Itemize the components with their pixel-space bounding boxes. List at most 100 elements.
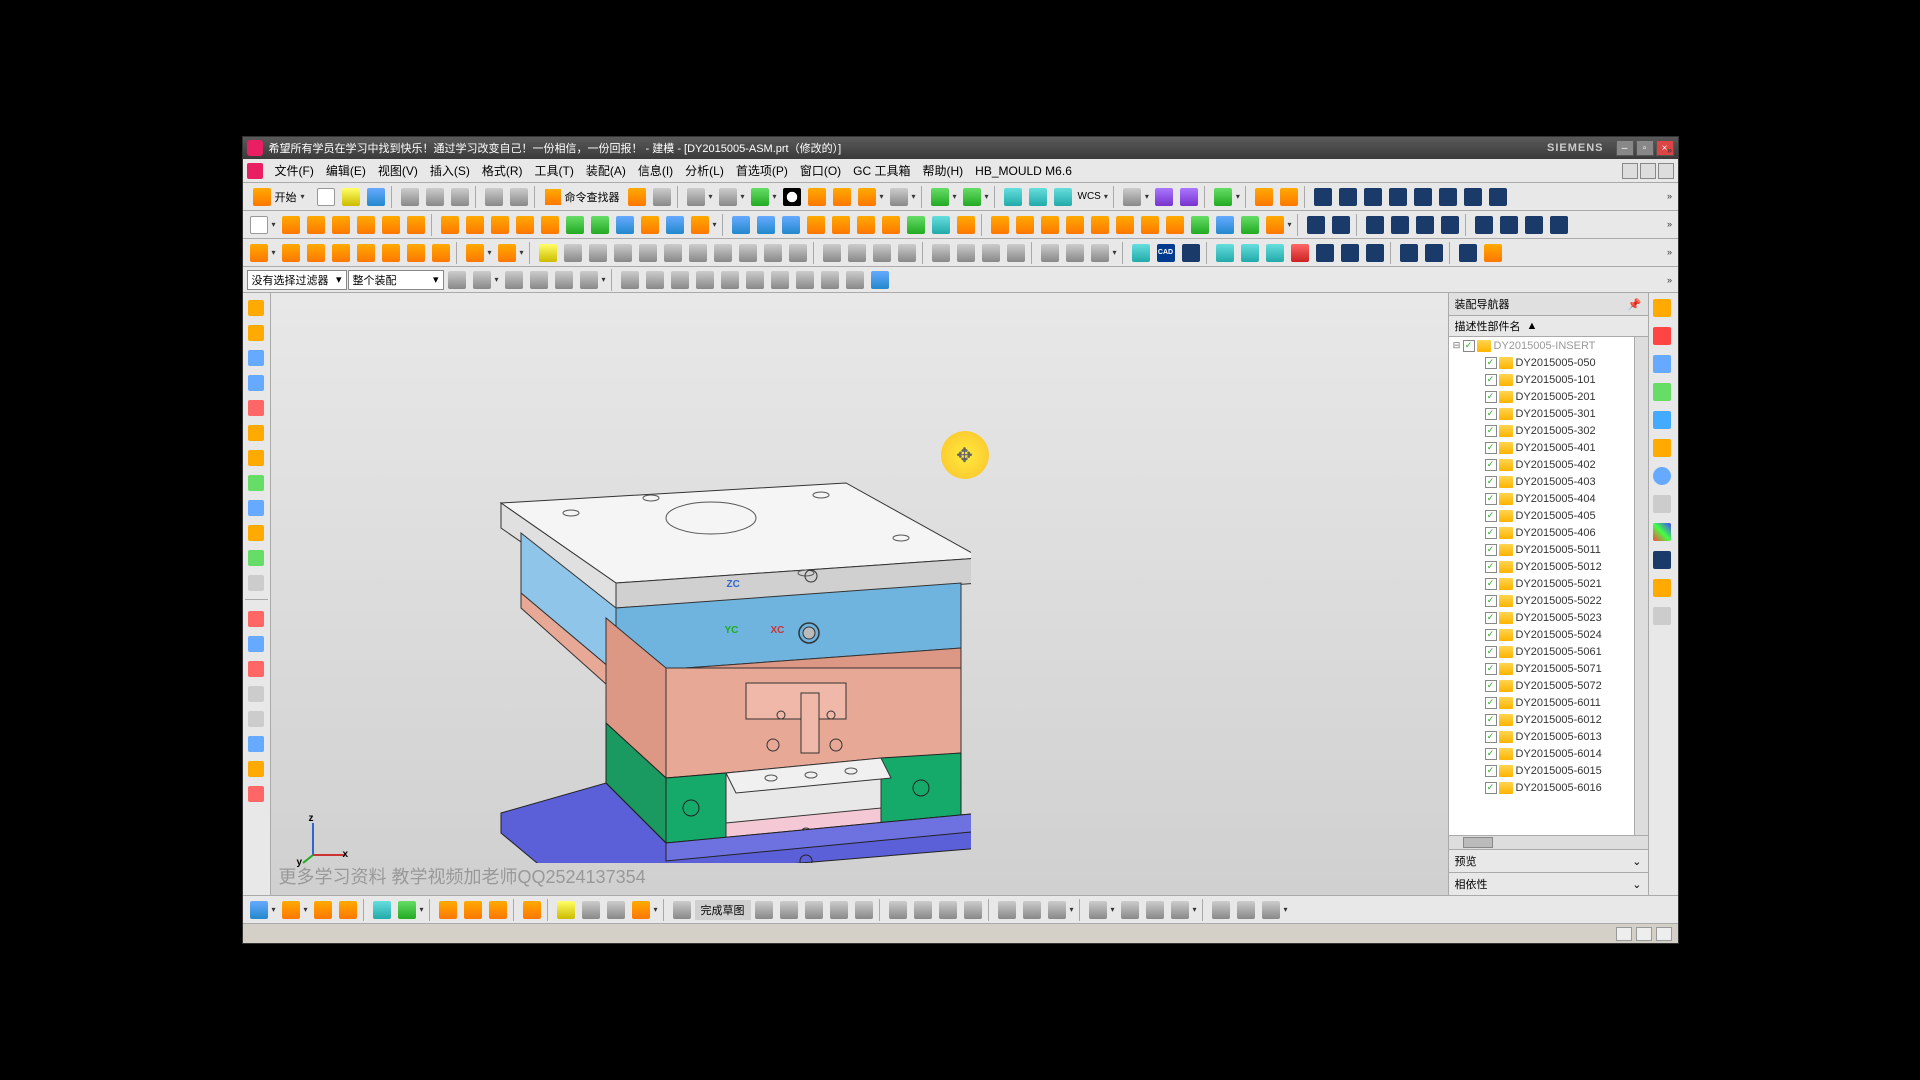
bt-30-icon[interactable] <box>1168 898 1192 922</box>
asm-a1-icon[interactable] <box>247 241 271 265</box>
toolbar-overflow-icon[interactable]: » <box>1664 217 1676 231</box>
curve-a7-icon[interactable] <box>686 241 710 265</box>
tree-item-row[interactable]: ✓DY2015005-6014 <box>1449 745 1634 762</box>
lt-10-icon[interactable] <box>245 522 267 544</box>
curve-a2-icon[interactable] <box>561 241 585 265</box>
feat-b3-icon[interactable] <box>329 213 353 237</box>
wave2-icon[interactable] <box>1026 185 1050 209</box>
status-icon-3[interactable] <box>1656 927 1672 941</box>
bt-13-icon[interactable] <box>604 898 628 922</box>
arrow-icon[interactable] <box>1211 185 1235 209</box>
feat-c4-icon[interactable] <box>804 213 828 237</box>
feat-d3-icon[interactable] <box>1038 213 1062 237</box>
bt-11-icon[interactable] <box>554 898 578 922</box>
feat-b9-icon[interactable] <box>488 213 512 237</box>
bt-18-icon[interactable] <box>827 898 851 922</box>
feat-b8-icon[interactable] <box>463 213 487 237</box>
feat-b5-icon[interactable] <box>379 213 403 237</box>
viewport-3d[interactable]: ZC YC XC z x y 更多学习资料 教学视频加老师QQ252413735… <box>271 293 1448 895</box>
bt-20-icon[interactable] <box>886 898 910 922</box>
menu-help[interactable]: 帮助(H) <box>917 160 970 181</box>
snap-a10-icon[interactable] <box>843 268 867 292</box>
ana-b5-icon[interactable] <box>1313 241 1337 265</box>
snap-a1-icon[interactable] <box>618 268 642 292</box>
curve-b3-icon[interactable] <box>870 241 894 265</box>
menu-edit[interactable]: 编辑(E) <box>320 160 372 181</box>
lt-1-icon[interactable] <box>245 297 267 319</box>
feat-c9-icon[interactable] <box>929 213 953 237</box>
curve-a10-icon[interactable] <box>761 241 785 265</box>
lt-13-icon[interactable] <box>245 608 267 630</box>
bt-1-icon[interactable] <box>247 898 271 922</box>
feat-e10-icon[interactable] <box>1547 213 1571 237</box>
ana-b2-icon[interactable] <box>1238 241 1262 265</box>
feat-b11-icon[interactable] <box>538 213 562 237</box>
feat-d8-icon[interactable] <box>1163 213 1187 237</box>
rp-6-icon[interactable] <box>1651 437 1673 459</box>
view-style-icon[interactable] <box>684 185 708 209</box>
lt-17-icon[interactable] <box>245 708 267 730</box>
bt-23-icon[interactable] <box>961 898 985 922</box>
tree-item-row[interactable]: ✓DY2015005-401 <box>1449 439 1634 456</box>
feat-c3-icon[interactable] <box>779 213 803 237</box>
tree-item-row[interactable]: ✓DY2015005-5024 <box>1449 626 1634 643</box>
feat-e9-icon[interactable] <box>1522 213 1546 237</box>
tree-item-row[interactable]: ✓DY2015005-5011 <box>1449 541 1634 558</box>
lt-5-icon[interactable] <box>245 397 267 419</box>
lt-7-icon[interactable] <box>245 447 267 469</box>
menu-preferences[interactable]: 首选项(P) <box>730 160 794 181</box>
tree-root-row[interactable]: ⊟✓DY2015005-INSERT <box>1449 337 1634 354</box>
menu-tools[interactable]: 工具(T) <box>529 160 580 181</box>
tree-item-row[interactable]: ✓DY2015005-406 <box>1449 524 1634 541</box>
edit-obj-icon[interactable] <box>928 185 952 209</box>
bt-27-icon[interactable] <box>1086 898 1110 922</box>
wave-icon[interactable] <box>1001 185 1025 209</box>
ana-c3-icon[interactable] <box>1456 241 1480 265</box>
menu-window[interactable]: 窗口(O) <box>794 160 847 181</box>
mdi-minimize-button[interactable] <box>1622 163 1638 179</box>
lt-16-icon[interactable] <box>245 683 267 705</box>
wave3-icon[interactable] <box>1051 185 1075 209</box>
bt-29-icon[interactable] <box>1143 898 1167 922</box>
rp-8-icon[interactable] <box>1651 493 1673 515</box>
bt-7-icon[interactable] <box>436 898 460 922</box>
lt-8-icon[interactable] <box>245 472 267 494</box>
asm-a2-icon[interactable] <box>279 241 303 265</box>
menu-info[interactable]: 信息(I) <box>632 160 679 181</box>
lt-12-icon[interactable] <box>245 572 267 594</box>
ana-c1-icon[interactable] <box>1397 241 1421 265</box>
sel-t3-icon[interactable] <box>502 268 526 292</box>
feat-e4-icon[interactable] <box>1388 213 1412 237</box>
tree-item-row[interactable]: ✓DY2015005-403 <box>1449 473 1634 490</box>
bt-33-icon[interactable] <box>1259 898 1283 922</box>
bt-25-icon[interactable] <box>1020 898 1044 922</box>
tree-item-row[interactable]: ✓DY2015005-302 <box>1449 422 1634 439</box>
tree-item-row[interactable]: ✓DY2015005-5023 <box>1449 609 1634 626</box>
feat-d1-icon[interactable] <box>988 213 1012 237</box>
rp-1-icon[interactable] <box>1651 297 1673 319</box>
ana-b3-icon[interactable] <box>1263 241 1287 265</box>
circ-a2-icon[interactable] <box>954 241 978 265</box>
ana-b1-icon[interactable] <box>1213 241 1237 265</box>
t8-icon[interactable] <box>1486 185 1510 209</box>
asm-a5-icon[interactable] <box>354 241 378 265</box>
sel-t4-icon[interactable] <box>527 268 551 292</box>
feat-b6-icon[interactable] <box>404 213 428 237</box>
t4-icon[interactable] <box>1386 185 1410 209</box>
tree-item-row[interactable]: ✓DY2015005-6012 <box>1449 711 1634 728</box>
tree-item-row[interactable]: ✓DY2015005-405 <box>1449 507 1634 524</box>
sel-t6-icon[interactable] <box>577 268 601 292</box>
tool-a2-icon[interactable] <box>650 185 674 209</box>
curve-a9-icon[interactable] <box>736 241 760 265</box>
circ-a1-icon[interactable] <box>929 241 953 265</box>
sphere-icon[interactable] <box>748 185 772 209</box>
snap-a6-icon[interactable] <box>743 268 767 292</box>
assembly-tree[interactable]: ⊟✓DY2015005-INSERT✓DY2015005-050✓DY20150… <box>1449 337 1634 835</box>
assembly-col-header[interactable]: 描述性部件名 <box>1455 318 1521 334</box>
bt-sketch-icon[interactable] <box>670 898 694 922</box>
tree-item-row[interactable]: ✓DY2015005-5022 <box>1449 592 1634 609</box>
tree-item-row[interactable]: ✓DY2015005-101 <box>1449 371 1634 388</box>
lt-9-icon[interactable] <box>245 497 267 519</box>
curve-a6-icon[interactable] <box>661 241 685 265</box>
feat-e1-icon[interactable] <box>1304 213 1328 237</box>
